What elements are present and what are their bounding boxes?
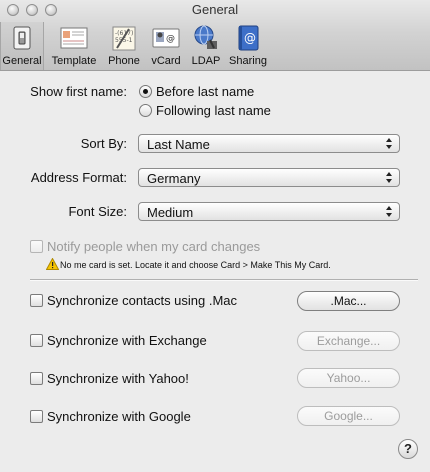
mac-button[interactable]: .Mac... xyxy=(297,291,400,311)
sync-exchange-label[interactable]: Synchronize with Exchange xyxy=(47,333,207,348)
vcard-icon: @ xyxy=(152,28,180,48)
ldap-globe-icon xyxy=(194,25,217,49)
phone-notepad-icon: -(617) 555-1 xyxy=(112,26,136,51)
font-size-label: Font Size: xyxy=(68,204,127,219)
warning-text: No me card is set. Locate it and choose … xyxy=(60,260,331,270)
warning-icon xyxy=(46,258,59,270)
tab-phone[interactable]: -(617) 555-1 Phone xyxy=(104,22,144,70)
tab-vcard[interactable]: @ vCard xyxy=(146,22,186,70)
popup-arrows-icon xyxy=(386,206,392,217)
svg-text:@: @ xyxy=(166,34,175,44)
address-format-label: Address Format: xyxy=(30,170,127,185)
preferences-toolbar: General Template -(617) 555-1 Phone @ vC… xyxy=(0,22,430,70)
sort-by-popup[interactable]: Last Name xyxy=(138,134,400,153)
sync-mac-label[interactable]: Synchronize contacts using .Mac xyxy=(47,293,237,308)
help-button[interactable]: ? xyxy=(398,439,418,459)
template-card-icon xyxy=(60,27,88,49)
address-format-value: Germany xyxy=(147,171,201,186)
popup-arrows-icon xyxy=(386,172,392,183)
sync-yahoo-label[interactable]: Synchronize with Yahoo! xyxy=(47,371,189,386)
sync-yahoo-checkbox[interactable] xyxy=(30,372,43,385)
address-format-popup[interactable]: Germany xyxy=(138,168,400,187)
tab-sharing[interactable]: @ Sharing xyxy=(226,22,270,70)
title-bar: General General Template -(617) 555-1 Ph… xyxy=(0,0,430,71)
sync-mac-checkbox[interactable] xyxy=(30,294,43,307)
exchange-button[interactable]: Exchange... xyxy=(297,331,400,351)
tab-ldap[interactable]: LDAP xyxy=(188,22,224,70)
sync-google-label[interactable]: Synchronize with Google xyxy=(47,409,191,424)
yahoo-button[interactable]: Yahoo... xyxy=(297,368,400,388)
notify-label: Notify people when my card changes xyxy=(47,239,261,254)
preferences-window: General General Template -(617) 555-1 Ph… xyxy=(0,0,430,472)
notify-checkbox[interactable] xyxy=(30,240,43,253)
window-title: General xyxy=(191,2,239,17)
sort-by-label: Sort By: xyxy=(80,136,127,151)
svg-text:@: @ xyxy=(244,31,256,45)
radio-before-last-name-label[interactable]: Before last name xyxy=(156,84,254,99)
separator xyxy=(30,279,418,281)
radio-following-last-name-label[interactable]: Following last name xyxy=(156,103,271,118)
tab-template[interactable]: Template xyxy=(46,22,102,70)
font-size-value: Medium xyxy=(147,205,194,220)
sharing-book-icon: @ xyxy=(238,25,259,51)
general-switch-icon xyxy=(13,26,31,50)
tab-general[interactable]: General xyxy=(0,22,44,70)
radio-before-last-name[interactable] xyxy=(139,85,152,98)
google-button[interactable]: Google... xyxy=(297,406,400,426)
sync-exchange-checkbox[interactable] xyxy=(30,334,43,347)
sync-google-checkbox[interactable] xyxy=(30,410,43,423)
popup-arrows-icon xyxy=(386,138,392,149)
sort-by-value: Last Name xyxy=(147,137,210,152)
font-size-popup[interactable]: Medium xyxy=(138,202,400,221)
show-first-name-label: Show first name: xyxy=(30,84,127,99)
radio-following-last-name[interactable] xyxy=(139,104,152,117)
